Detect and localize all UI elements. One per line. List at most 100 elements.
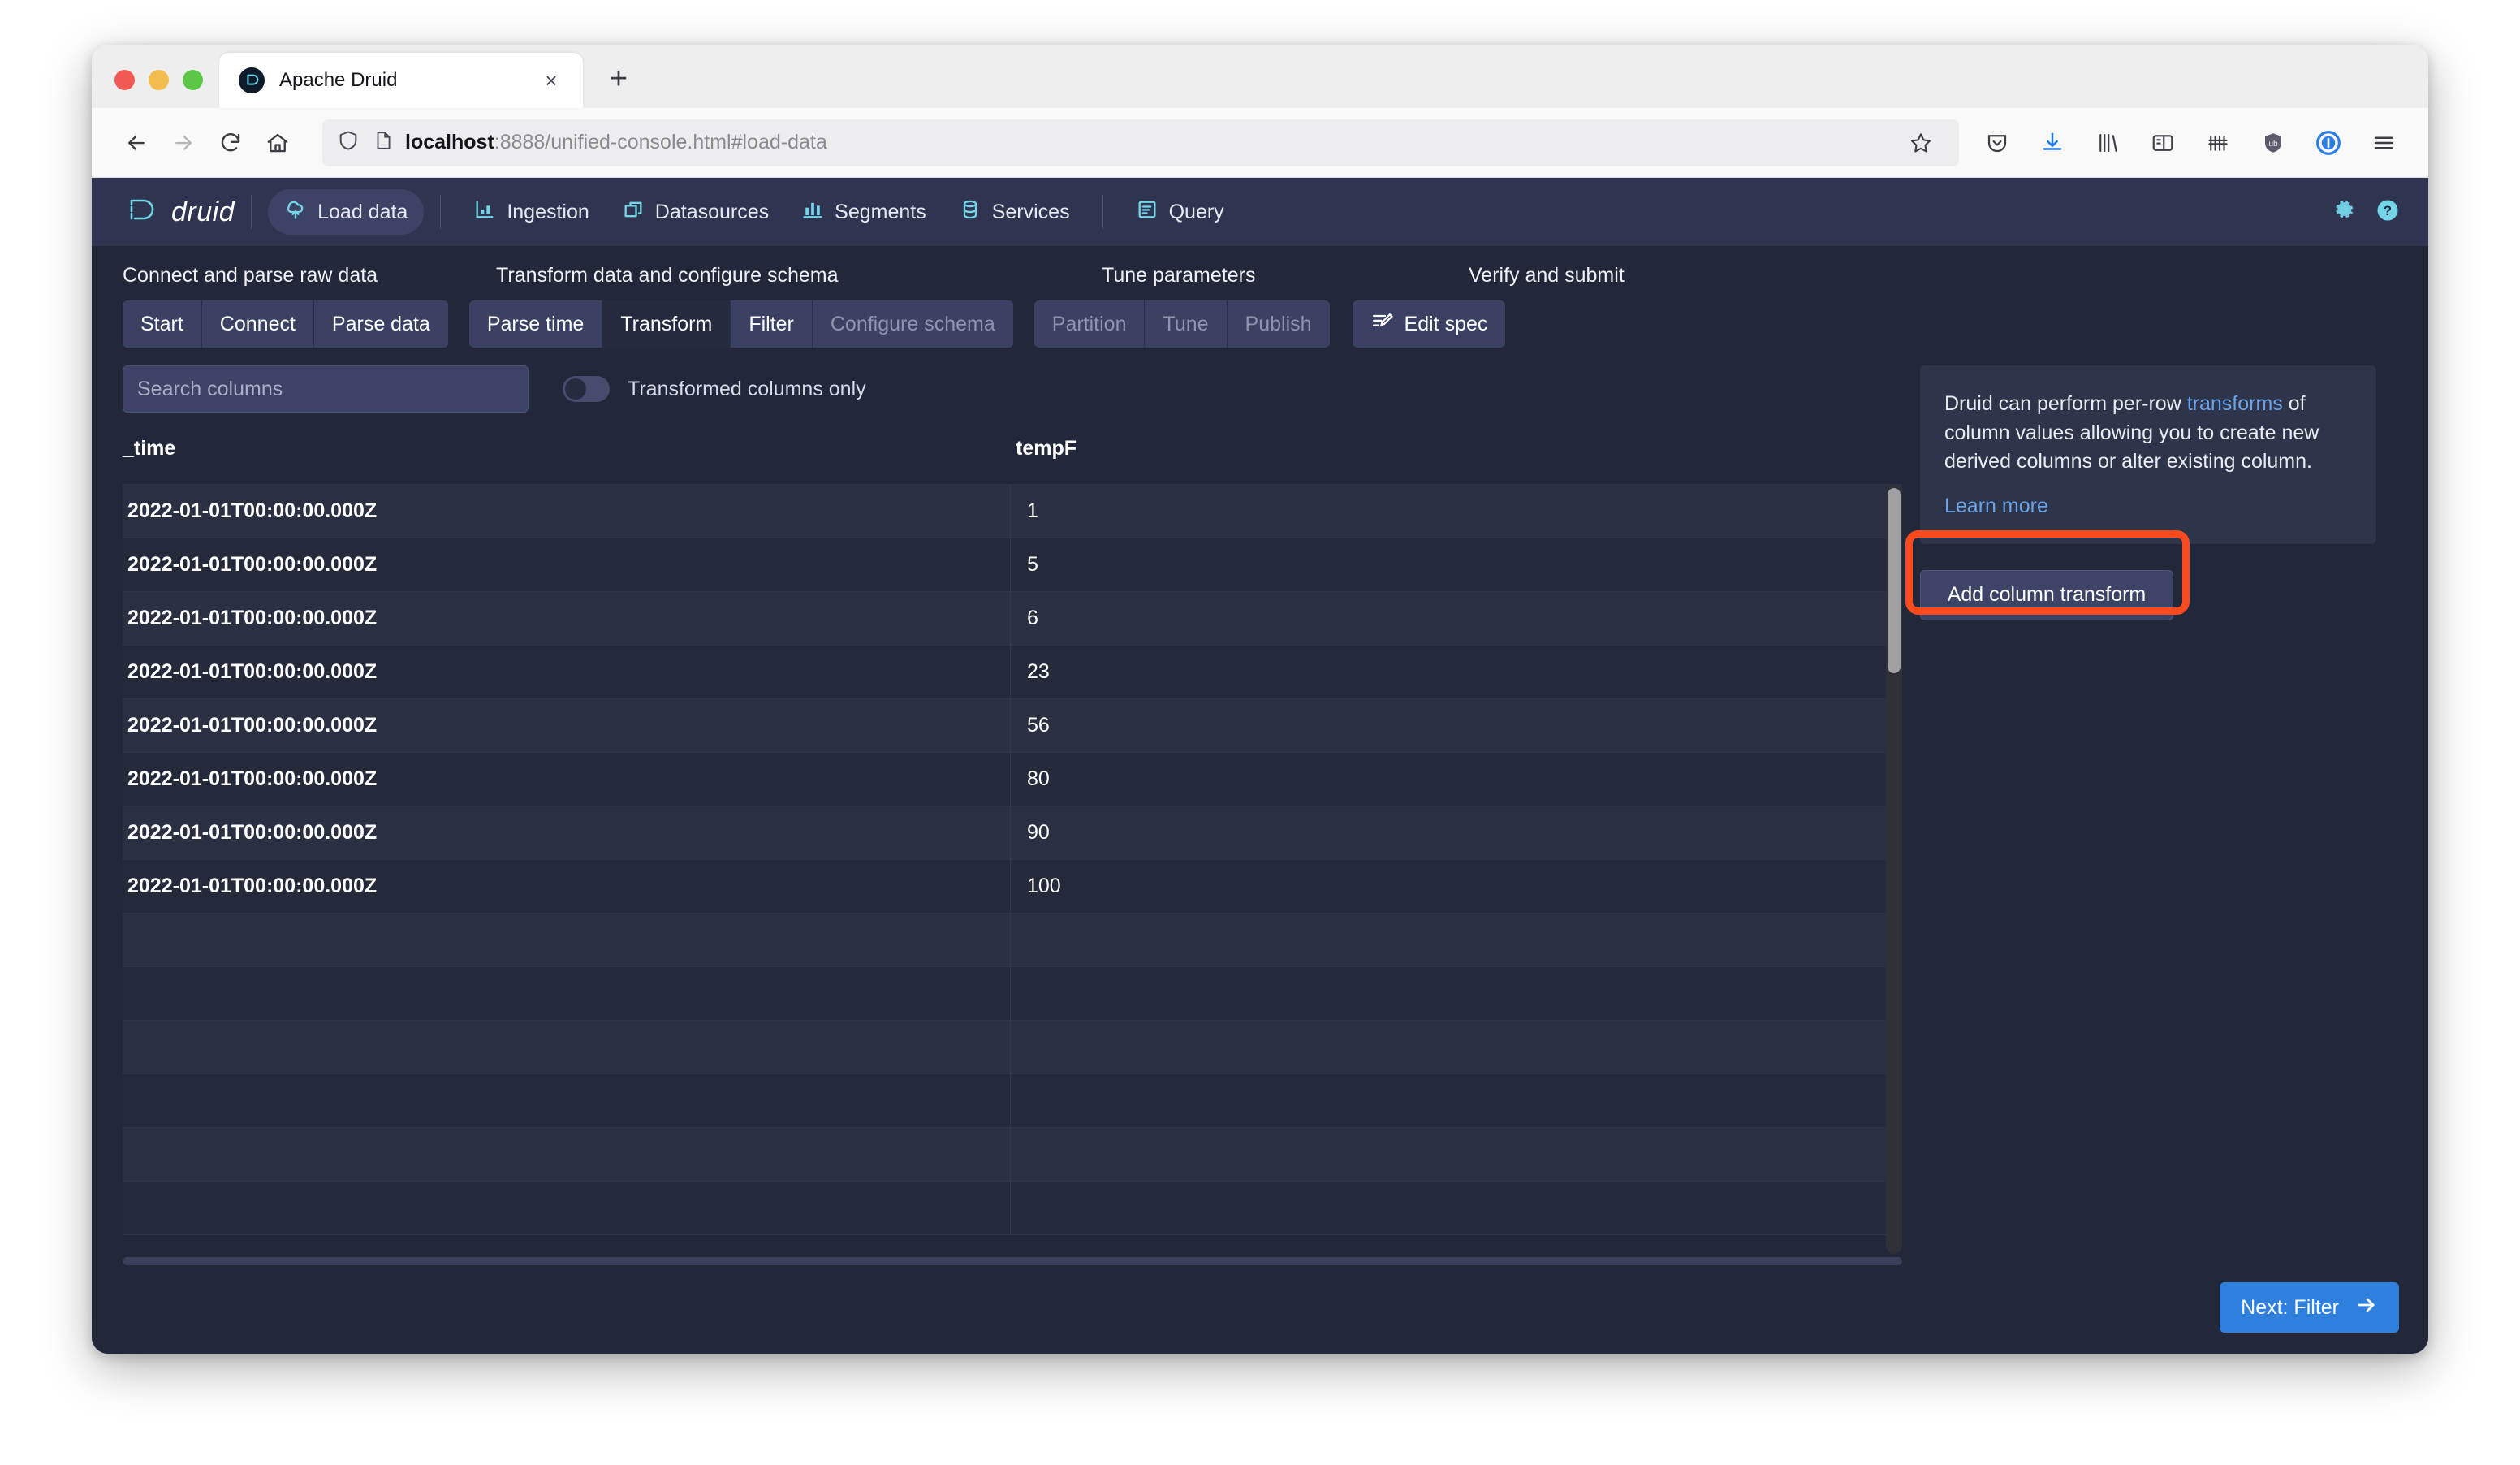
cell-time: 2022-01-01T00:00:00.000Z bbox=[123, 646, 1011, 698]
step-button-publish[interactable]: Publish bbox=[1228, 300, 1330, 348]
minimize-window-button[interactable] bbox=[149, 70, 169, 90]
step-button-connect[interactable]: Connect bbox=[202, 300, 314, 348]
transformed-columns-toggle[interactable] bbox=[563, 376, 610, 402]
info-card: Druid can perform per-row transforms of … bbox=[1920, 365, 2376, 544]
druid-logo[interactable]: druid bbox=[124, 194, 235, 231]
table-row[interactable] bbox=[123, 1021, 1902, 1074]
url-bar[interactable]: localhost:8888/unified-console.html#load… bbox=[322, 119, 1959, 166]
table-row[interactable]: 2022-01-01T00:00:00.000Z23 bbox=[123, 646, 1902, 699]
column-header-time[interactable]: _time bbox=[123, 434, 1016, 460]
sidebar-item-segments[interactable]: Segments bbox=[785, 189, 943, 235]
downloads-icon[interactable] bbox=[2029, 119, 2076, 166]
druid-navbar-right: ? bbox=[2331, 197, 2401, 227]
step-button-configure-schema[interactable]: Configure schema bbox=[813, 300, 1013, 348]
sidebar-item-label: Services bbox=[992, 201, 1070, 224]
cell-time: 2022-01-01T00:00:00.000Z bbox=[123, 538, 1011, 591]
step-button-filter[interactable]: Filter bbox=[731, 300, 813, 348]
edit-spec-button[interactable]: Edit spec bbox=[1353, 300, 1506, 348]
back-icon[interactable] bbox=[113, 119, 160, 166]
step-button-parse-data[interactable]: Parse data bbox=[314, 300, 448, 348]
reload-icon[interactable] bbox=[207, 119, 254, 166]
step-button-parse-time[interactable]: Parse time bbox=[469, 300, 602, 348]
next-filter-label: Next: Filter bbox=[2241, 1296, 2339, 1320]
step-group-tune: Partition Tune Publish bbox=[1034, 300, 1330, 348]
cell-time bbox=[123, 967, 1011, 1020]
cell-time: 2022-01-01T00:00:00.000Z bbox=[123, 753, 1011, 806]
maximize-window-button[interactable] bbox=[183, 70, 203, 90]
search-input[interactable] bbox=[123, 365, 529, 413]
cell-time: 2022-01-01T00:00:00.000Z bbox=[123, 806, 1011, 859]
nav-divider bbox=[251, 195, 252, 229]
table-horizontal-scrollbar[interactable] bbox=[123, 1257, 1902, 1265]
sidebar-item-load-data[interactable]: Load data bbox=[268, 189, 424, 235]
sidebar-item-label: Segments bbox=[835, 201, 926, 224]
step-group-title-verify: Verify and submit bbox=[1469, 264, 1625, 287]
cell-tempf bbox=[1011, 1182, 1899, 1234]
next-filter-button[interactable]: Next: Filter bbox=[2220, 1282, 2399, 1333]
cell-tempf: 6 bbox=[1011, 592, 1899, 645]
table-row[interactable]: 2022-01-01T00:00:00.000Z80 bbox=[123, 753, 1902, 806]
sidebar-item-query[interactable]: Query bbox=[1120, 189, 1241, 235]
gear-icon[interactable] bbox=[2331, 197, 2357, 227]
browser-toolbar-icons: ub bbox=[1974, 119, 2407, 166]
transforms-link[interactable]: transforms bbox=[2187, 392, 2283, 415]
add-column-transform-button[interactable]: Add column transform bbox=[1920, 570, 2173, 620]
druid-navbar: druid Load data Ingestion Dat bbox=[92, 178, 2428, 246]
cell-tempf: 90 bbox=[1011, 806, 1899, 859]
step-button-start[interactable]: Start bbox=[123, 300, 202, 348]
step-button-partition[interactable]: Partition bbox=[1034, 300, 1146, 348]
sidebar-item-services[interactable]: Services bbox=[943, 189, 1086, 235]
cell-tempf: 23 bbox=[1011, 646, 1899, 698]
cell-tempf: 5 bbox=[1011, 538, 1899, 591]
table-header-row: _time tempF bbox=[123, 434, 1902, 484]
table-vertical-scrollbar[interactable] bbox=[1886, 485, 1902, 1254]
cell-time: 2022-01-01T00:00:00.000Z bbox=[123, 592, 1011, 645]
sidebar-item-datasources[interactable]: Datasources bbox=[606, 189, 785, 235]
help-icon[interactable]: ? bbox=[2375, 197, 2401, 227]
browser-tab[interactable]: Apache Druid × bbox=[219, 53, 583, 108]
sidebar-icon[interactable] bbox=[2139, 119, 2186, 166]
table-scrollbar-thumb[interactable] bbox=[1888, 488, 1901, 673]
bookmark-star-icon[interactable] bbox=[1897, 119, 1944, 166]
ublock-shield-icon[interactable]: ub bbox=[2250, 119, 2297, 166]
forward-icon[interactable] bbox=[160, 119, 207, 166]
column-header-tempf[interactable]: tempF bbox=[1016, 434, 1827, 460]
table-row[interactable]: 2022-01-01T00:00:00.000Z5 bbox=[123, 538, 1902, 592]
sidebar-item-label: Datasources bbox=[655, 201, 769, 224]
table-row[interactable] bbox=[123, 967, 1902, 1021]
edit-spec-label: Edit spec bbox=[1405, 313, 1488, 336]
library-icon[interactable] bbox=[2084, 119, 2131, 166]
table-row[interactable] bbox=[123, 1182, 1902, 1235]
step-group-connect: Start Connect Parse data bbox=[123, 300, 448, 348]
cell-time bbox=[123, 914, 1011, 966]
sidebar-item-ingestion[interactable]: Ingestion bbox=[457, 189, 605, 235]
browser-toolbar: localhost:8888/unified-console.html#load… bbox=[92, 108, 2428, 178]
step-button-tune[interactable]: Tune bbox=[1145, 300, 1227, 348]
cell-time bbox=[123, 1021, 1011, 1074]
app-menu-icon[interactable] bbox=[2360, 119, 2407, 166]
close-window-button[interactable] bbox=[114, 70, 135, 90]
table-row[interactable]: 2022-01-01T00:00:00.000Z56 bbox=[123, 699, 1902, 753]
cell-tempf: 80 bbox=[1011, 753, 1899, 806]
table-row[interactable]: 2022-01-01T00:00:00.000Z6 bbox=[123, 592, 1902, 646]
onepassword-icon[interactable] bbox=[2305, 119, 2352, 166]
cell-time bbox=[123, 1074, 1011, 1127]
new-tab-button[interactable]: + bbox=[598, 58, 640, 100]
containers-icon[interactable] bbox=[2194, 119, 2242, 166]
tab-strip: Apache Druid × + bbox=[92, 45, 2428, 108]
close-tab-button[interactable]: × bbox=[537, 67, 565, 94]
datasources-icon bbox=[622, 198, 645, 227]
table-row[interactable]: 2022-01-01T00:00:00.000Z90 bbox=[123, 806, 1902, 860]
table-row[interactable]: 2022-01-01T00:00:00.000Z1 bbox=[123, 485, 1902, 538]
home-icon[interactable] bbox=[254, 119, 301, 166]
url-text: localhost:8888/unified-console.html#load… bbox=[405, 131, 1897, 154]
table-row[interactable]: 2022-01-01T00:00:00.000Z100 bbox=[123, 860, 1902, 914]
tracking-protection-shield-icon[interactable] bbox=[337, 129, 360, 156]
step-button-transform[interactable]: Transform bbox=[602, 300, 731, 348]
learn-more-link[interactable]: Learn more bbox=[1944, 495, 2048, 518]
info-text-part1: Druid can perform per-row bbox=[1944, 392, 2187, 415]
table-row[interactable] bbox=[123, 1074, 1902, 1128]
table-row[interactable] bbox=[123, 914, 1902, 967]
pocket-save-icon[interactable] bbox=[1974, 119, 2021, 166]
table-row[interactable] bbox=[123, 1128, 1902, 1182]
